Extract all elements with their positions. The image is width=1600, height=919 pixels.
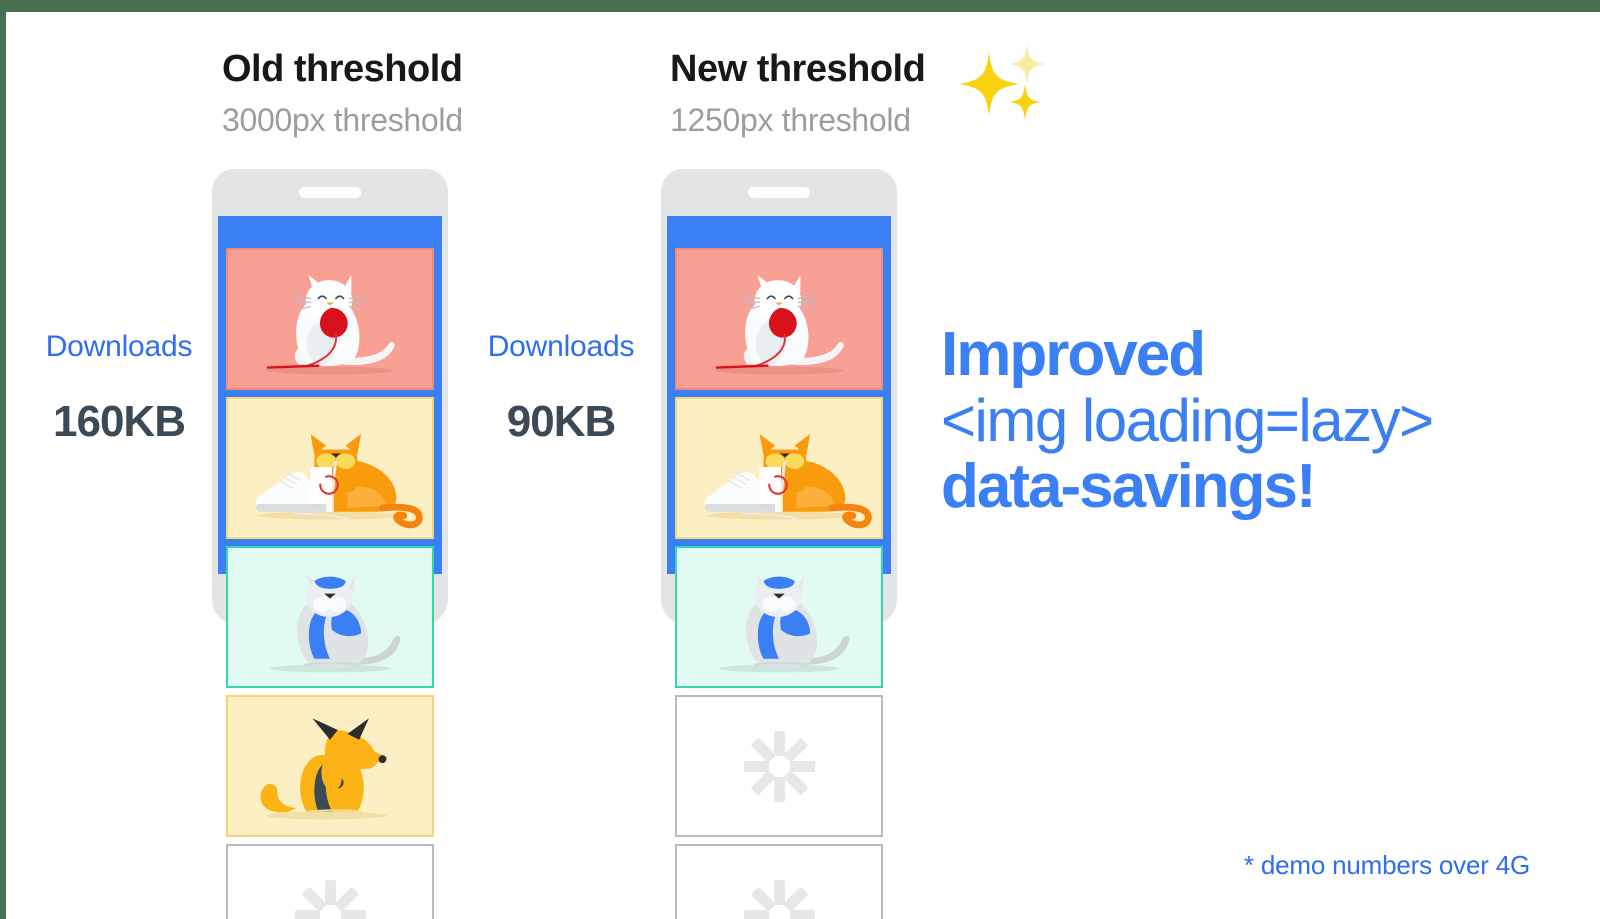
footnote-text: * demo numbers over 4G: [1243, 850, 1530, 880]
hero-line-2: <img loading=lazy>: [941, 386, 1434, 454]
white-cat-with-red-yarn: [714, 275, 844, 375]
feed-placeholder-card[interactable]: [675, 844, 883, 919]
downloads-label-old: Downloads: [45, 330, 193, 363]
feed-image-card[interactable]: [226, 695, 434, 837]
phone-speaker: [748, 187, 810, 198]
hero-line-1: Improved: [941, 320, 1206, 389]
column-title-new: New threshold: [670, 48, 926, 90]
white-cat-with-red-yarn: [265, 275, 395, 375]
downloads-block-new: Downloads 90KB: [466, 332, 656, 444]
downloads-label-new: Downloads: [487, 330, 635, 363]
downloads-value-old: 160KB: [53, 397, 186, 446]
feed-image-card[interactable]: [675, 248, 883, 390]
orange-cat-behind-sneaker: [255, 433, 423, 529]
feed-placeholder-card[interactable]: [675, 695, 883, 837]
loading-spinner-icon: [294, 879, 366, 919]
orange-cat-behind-sneaker: [704, 433, 872, 529]
hero-copy: Improved <img loading=lazy> data-savings…: [941, 320, 1561, 521]
downloads-value-new: 90KB: [506, 397, 617, 446]
hero-line-3: data-savings!: [941, 451, 1317, 521]
feed-image-card[interactable]: [226, 546, 434, 688]
grey-blue-cat-sitting: [718, 575, 850, 673]
column-title-old: Old threshold: [222, 48, 463, 90]
column-subtitle-old: 3000px threshold: [222, 102, 463, 138]
feed-image-card[interactable]: [226, 248, 434, 390]
phone-speaker: [299, 187, 361, 198]
feed-image-card[interactable]: [675, 397, 883, 539]
yellow-dog-sitting: [260, 718, 389, 820]
loading-spinner-icon: [743, 879, 815, 919]
slide-canvas: Old threshold 3000px threshold New thres…: [0, 0, 1600, 919]
column-header-old: Old threshold 3000px threshold: [222, 50, 463, 136]
column-subtitle-new: 1250px threshold: [670, 102, 911, 138]
sparkles-icon: [959, 42, 1046, 127]
grey-blue-cat-sitting: [269, 575, 401, 673]
loading-spinner-icon: [743, 730, 815, 802]
feed-image-card[interactable]: [675, 546, 883, 688]
downloads-block-old: Downloads 160KB: [24, 332, 214, 444]
column-header-new: New threshold 1250px threshold: [670, 44, 1046, 138]
feed-placeholder-card[interactable]: [226, 844, 434, 919]
feed-image-card[interactable]: [226, 397, 434, 539]
